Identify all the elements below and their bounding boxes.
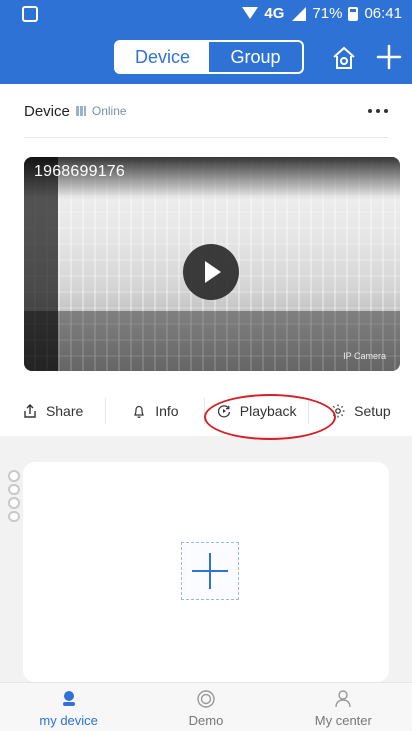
more-dot-icon: [368, 109, 372, 113]
share-label: Share: [45, 403, 84, 419]
bottom-navigation: my device Demo My center: [0, 682, 412, 731]
device-group-toggle: Device Group: [114, 40, 304, 74]
nav-demo-label: Demo: [188, 713, 224, 728]
add-device-button[interactable]: [181, 542, 239, 600]
battery-icon: [348, 6, 359, 21]
nav-my-center[interactable]: My center: [275, 683, 412, 731]
tab-device-label: Device: [134, 46, 191, 67]
network-label: 4G: [264, 5, 285, 22]
gear-icon: [330, 403, 346, 419]
device-title: Device: [24, 102, 70, 120]
signal-strength-icon: [75, 106, 86, 116]
camera-id: 1968699176: [34, 163, 125, 180]
nav-my-device-label: my device: [39, 713, 98, 728]
handle-circle-icon: [8, 510, 20, 522]
notification-icon: [22, 6, 38, 22]
tab-group-label: Group: [230, 46, 281, 67]
device-actions: Share Info Playback Setup: [0, 387, 412, 435]
device-card: Device Online 1968699176 IP Camera Share…: [0, 84, 412, 440]
battery-percent: 71%: [312, 5, 343, 22]
profile-icon: [331, 687, 355, 711]
handle-circle-icon: [8, 483, 20, 495]
bell-icon: [131, 403, 147, 419]
handle-circle-icon: [8, 470, 20, 482]
handle-circle-icon: [8, 497, 20, 509]
header-divider: [24, 137, 388, 138]
playback-button[interactable]: Playback: [205, 387, 308, 435]
camera-watermark: IP Camera: [343, 351, 386, 361]
tab-device[interactable]: Device: [116, 42, 209, 72]
more-options-button[interactable]: [368, 109, 388, 113]
nav-my-device[interactable]: my device: [0, 683, 137, 731]
nav-demo[interactable]: Demo: [137, 683, 274, 731]
app-screen: 4G 71% 06:41 Device Group Device Online …: [0, 0, 412, 731]
status-bar: 4G 71% 06:41: [0, 0, 412, 28]
home-icon: [333, 46, 355, 69]
playback-label: Playback: [239, 403, 297, 419]
drag-handle[interactable]: [8, 470, 20, 522]
user-icon: [57, 687, 81, 711]
status-right: 4G 71% 06:41: [242, 5, 402, 22]
home-button[interactable]: [328, 42, 360, 74]
more-dot-icon: [376, 109, 380, 113]
add-button[interactable]: [372, 40, 406, 74]
add-device-card: [23, 462, 389, 682]
tab-group[interactable]: Group: [209, 42, 302, 72]
setup-label: Setup: [354, 403, 391, 419]
demo-icon: [194, 687, 218, 711]
status-time: 06:41: [364, 5, 402, 22]
share-icon: [22, 403, 38, 419]
play-button[interactable]: [183, 244, 239, 300]
nav-my-center-label: My center: [314, 713, 372, 728]
top-bar: 4G 71% 06:41 Device Group: [0, 0, 412, 84]
device-status: Online: [91, 104, 127, 118]
setup-button[interactable]: Setup: [309, 387, 412, 435]
more-dot-icon: [384, 109, 388, 113]
camera-preview[interactable]: 1968699176 IP Camera: [24, 157, 400, 371]
share-button[interactable]: Share: [0, 387, 105, 435]
info-button[interactable]: Info: [106, 387, 203, 435]
playback-icon: [216, 403, 232, 419]
cell-signal-icon: [290, 6, 307, 21]
wifi-icon: [242, 6, 259, 21]
device-header: Device Online: [24, 100, 388, 122]
info-label: Info: [155, 403, 179, 419]
plus-icon: [376, 44, 402, 70]
